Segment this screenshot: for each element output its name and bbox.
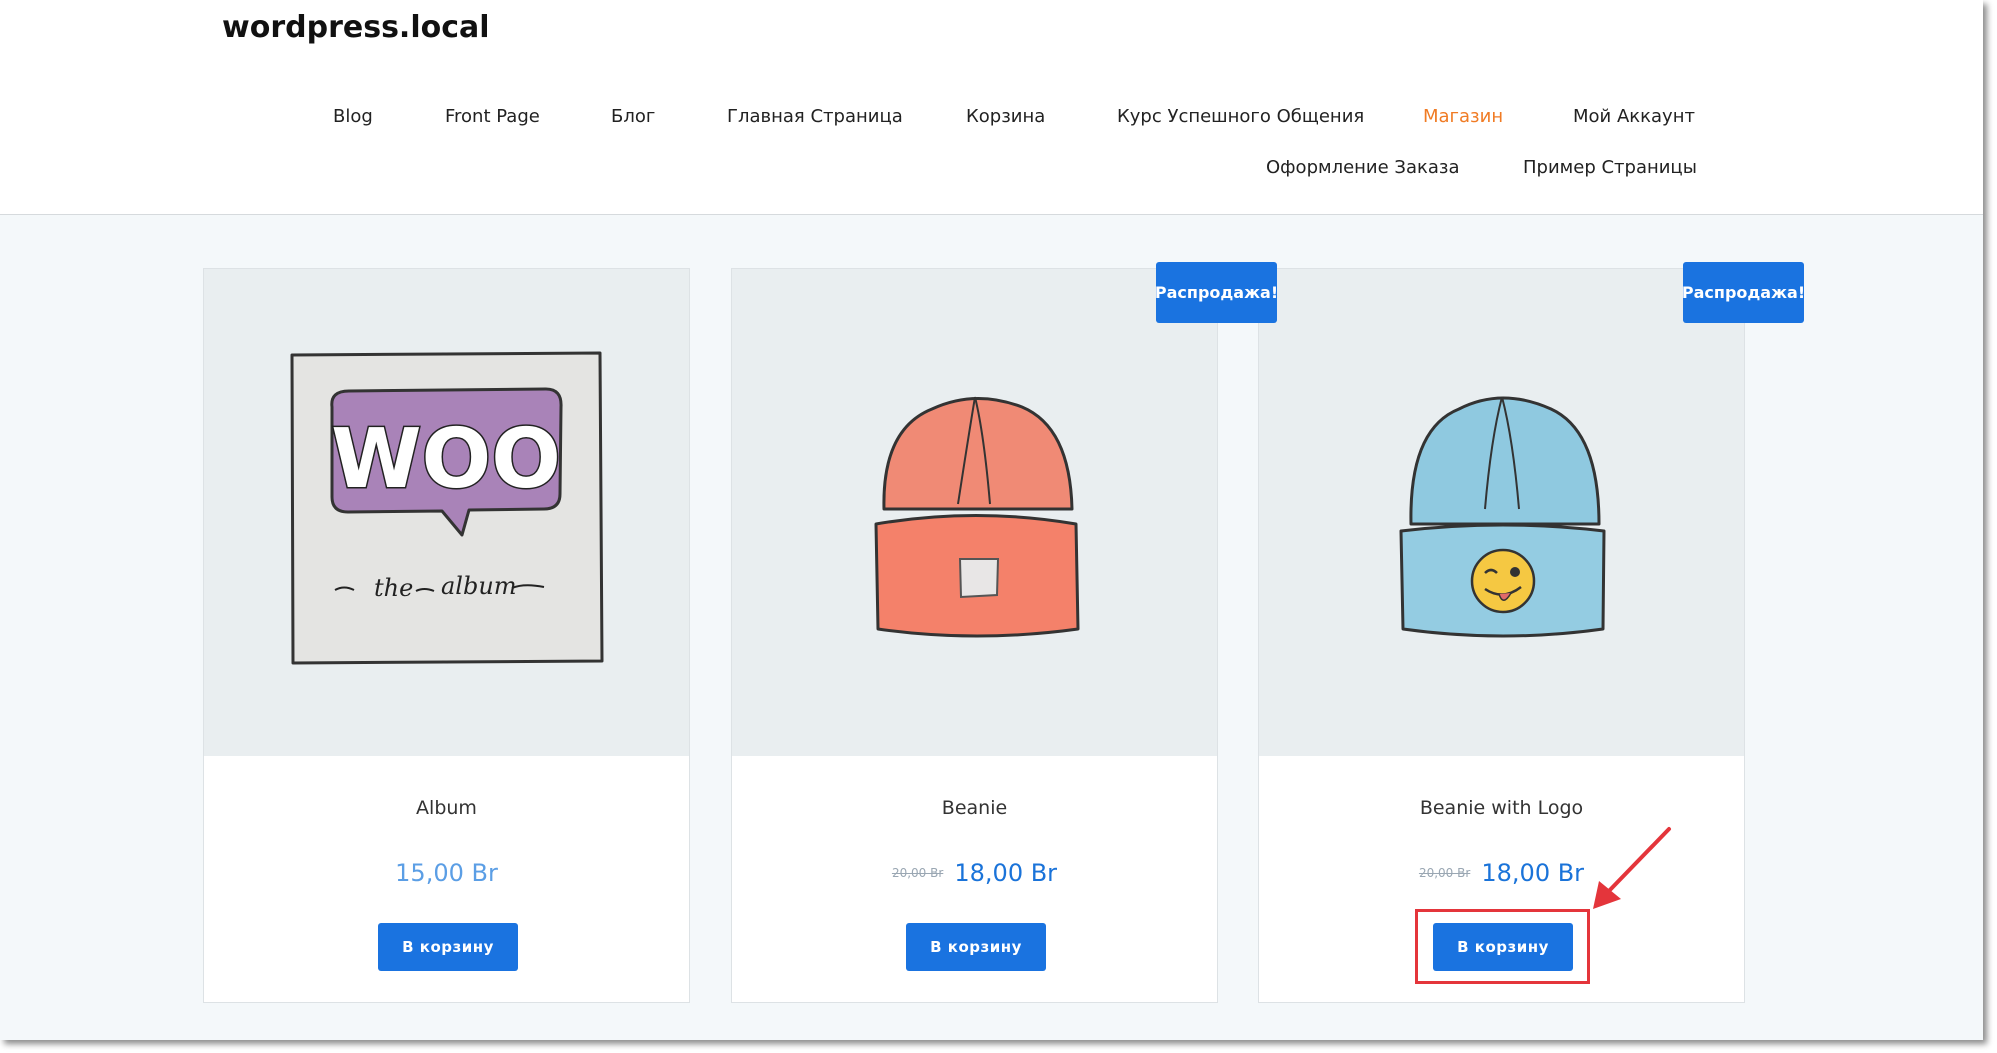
nav-item-blog-ru[interactable]: Блог — [611, 106, 655, 127]
old-price: 20,00 Br — [1418, 866, 1471, 880]
product-name[interactable]: Beanie with Logo — [1259, 797, 1744, 819]
nav-item-front-page[interactable]: Front Page — [445, 106, 540, 127]
old-price: 20,00 Br — [891, 866, 944, 880]
product-card-beanie: Beanie 20,00 Br 18,00 Br В корзину — [731, 268, 1218, 1003]
site-header: wordpress.local Blog Front Page Блог Гла… — [0, 0, 1983, 215]
orange-beanie-icon — [874, 396, 1080, 638]
browser-page: wordpress.local Blog Front Page Блог Гла… — [0, 0, 1983, 1040]
nav-item-course[interactable]: Курс Успешного Общения — [1117, 106, 1364, 127]
site-title[interactable]: wordpress.local — [222, 10, 490, 45]
nav-item-cart[interactable]: Корзина — [966, 106, 1045, 127]
blue-beanie-logo-icon — [1399, 396, 1606, 638]
highlight-annotation-box — [1415, 909, 1590, 984]
product-name[interactable]: Album — [204, 797, 689, 819]
svg-text:album: album — [441, 572, 517, 600]
nav-item-shop[interactable]: Магазин — [1423, 106, 1503, 127]
product-name[interactable]: Beanie — [732, 797, 1217, 819]
current-price: 18,00 Br — [954, 859, 1058, 887]
product-price: 20,00 Br 18,00 Br — [732, 859, 1217, 887]
add-to-cart-button[interactable]: В корзину — [378, 923, 518, 971]
sale-badge: Распродажа! — [1155, 262, 1278, 323]
current-price: 18,00 Br — [1481, 859, 1585, 887]
nav-item-sample-page[interactable]: Пример Страницы — [1523, 157, 1697, 178]
nav-item-my-account[interactable]: Мой Аккаунт — [1573, 106, 1695, 127]
nav-item-blog[interactable]: Blog — [333, 106, 373, 127]
red-arrow-icon — [1593, 827, 1671, 909]
product-card-album: WOO the album Album 15,00 Br В корзину — [203, 268, 690, 1003]
product-image-area[interactable]: WOO the album — [204, 269, 689, 756]
add-to-cart-button[interactable]: В корзину — [906, 923, 1046, 971]
svg-text:the: the — [374, 574, 413, 602]
svg-text:WOO: WOO — [331, 412, 561, 507]
woo-album-icon: WOO the album — [290, 351, 604, 665]
product-image-area[interactable] — [732, 269, 1217, 756]
current-price: 15,00 Br — [395, 859, 498, 887]
product-image-area[interactable] — [1259, 269, 1744, 756]
nav-item-checkout[interactable]: Оформление Заказа — [1266, 157, 1460, 178]
product-price: 15,00 Br — [204, 859, 689, 887]
sale-badge: Распродажа! — [1682, 262, 1805, 323]
nav-item-home[interactable]: Главная Страница — [727, 106, 903, 127]
